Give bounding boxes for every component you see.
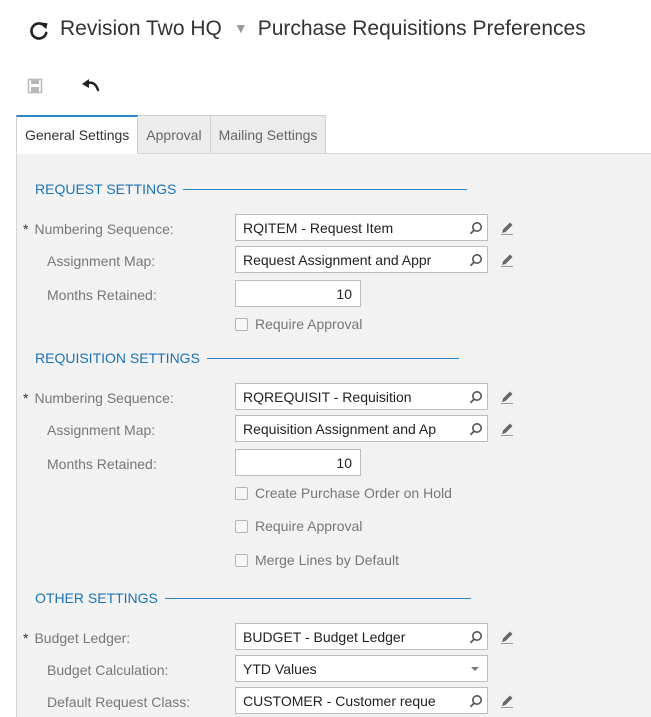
numbering-sequence-label: * Numbering Sequence: xyxy=(23,221,174,237)
numbering-sequence-label: * Numbering Sequence: xyxy=(23,390,174,406)
section-title: OTHER SETTINGS xyxy=(35,590,158,606)
chevron-down-icon[interactable] xyxy=(463,666,487,672)
search-icon[interactable] xyxy=(465,247,487,272)
section-divider xyxy=(164,597,471,599)
default-request-class-label: Default Request Class: xyxy=(47,694,191,710)
merge-lines-by-default-checkbox[interactable]: Merge Lines by Default xyxy=(235,552,399,568)
pencil-icon[interactable] xyxy=(499,421,515,437)
section-divider xyxy=(206,357,459,359)
toolbar xyxy=(0,64,651,112)
requisition-months-retained-field[interactable]: 10 xyxy=(235,449,361,476)
create-po-on-hold-checkbox[interactable]: Create Purchase Order on Hold xyxy=(235,485,452,501)
undo-button[interactable] xyxy=(78,76,104,100)
months-retained-label: Months Retained: xyxy=(47,456,157,472)
section-other-settings: OTHER SETTINGS xyxy=(35,590,471,606)
section-title: REQUEST SETTINGS xyxy=(35,181,177,197)
search-icon[interactable] xyxy=(465,624,487,649)
page-title: Revision Two HQ ▼ Purchase Requisitions Pr… xyxy=(60,17,586,41)
search-icon[interactable] xyxy=(465,384,487,409)
assignment-map-label: Assignment Map: xyxy=(47,422,156,438)
request-numbering-sequence-field[interactable]: RQITEM - Request Item xyxy=(235,214,488,241)
save-icon xyxy=(27,78,43,99)
request-months-retained-field[interactable]: 10 xyxy=(235,280,361,307)
chevron-down-icon[interactable]: ▼ xyxy=(222,20,258,36)
pencil-icon[interactable] xyxy=(499,252,515,268)
requisition-assignment-map-field[interactable]: Requisition Assignment and Ap xyxy=(235,415,488,442)
section-requisition-settings: REQUISITION SETTINGS xyxy=(35,350,459,366)
requisition-require-approval-checkbox[interactable]: Require Approval xyxy=(235,518,362,534)
section-request-settings: REQUEST SETTINGS xyxy=(35,181,468,197)
pencil-icon[interactable] xyxy=(499,220,515,236)
tab-bar: General Settings Approval Mailing Settin… xyxy=(16,115,327,154)
checkbox-box[interactable] xyxy=(235,317,248,331)
search-icon[interactable] xyxy=(465,416,487,441)
request-require-approval-checkbox[interactable]: Require Approval xyxy=(235,316,362,332)
requisition-numbering-sequence-field[interactable]: RQREQUISIT - Requisition xyxy=(235,383,488,410)
budget-calculation-label: Budget Calculation: xyxy=(47,662,169,678)
pencil-icon[interactable] xyxy=(499,629,515,645)
budget-ledger-field[interactable]: BUDGET - Budget Ledger xyxy=(235,623,488,650)
assignment-map-label: Assignment Map: xyxy=(47,253,156,269)
refresh-icon[interactable] xyxy=(28,20,50,42)
section-divider xyxy=(183,188,468,190)
tab-approval[interactable]: Approval xyxy=(138,115,211,154)
budget-calculation-select[interactable]: YTD Values xyxy=(235,655,488,682)
search-icon[interactable] xyxy=(465,215,487,240)
pencil-icon[interactable] xyxy=(499,693,515,709)
checkbox-box[interactable] xyxy=(235,553,248,567)
title-bar: Revision Two HQ ▼ Purchase Requisitions Pr… xyxy=(0,0,651,64)
search-icon[interactable] xyxy=(465,688,487,713)
checkbox-box[interactable] xyxy=(235,519,248,533)
screen-name: Purchase Requisitions Preferences xyxy=(257,17,586,40)
budget-ledger-label: * Budget Ledger: xyxy=(23,630,131,646)
request-assignment-map-field[interactable]: Request Assignment and Appr xyxy=(235,246,488,273)
pencil-icon[interactable] xyxy=(499,389,515,405)
tab-mailing-settings[interactable]: Mailing Settings xyxy=(210,115,327,154)
section-title: REQUISITION SETTINGS xyxy=(35,350,200,366)
months-retained-label: Months Retained: xyxy=(47,287,157,303)
undo-icon xyxy=(81,78,101,99)
tab-general-settings[interactable]: General Settings xyxy=(16,115,139,154)
save-button[interactable] xyxy=(22,76,48,100)
checkbox-box[interactable] xyxy=(235,486,248,500)
default-request-class-field[interactable]: CUSTOMER - Customer reque xyxy=(235,687,488,714)
company-name[interactable]: Revision Two HQ xyxy=(60,17,222,40)
